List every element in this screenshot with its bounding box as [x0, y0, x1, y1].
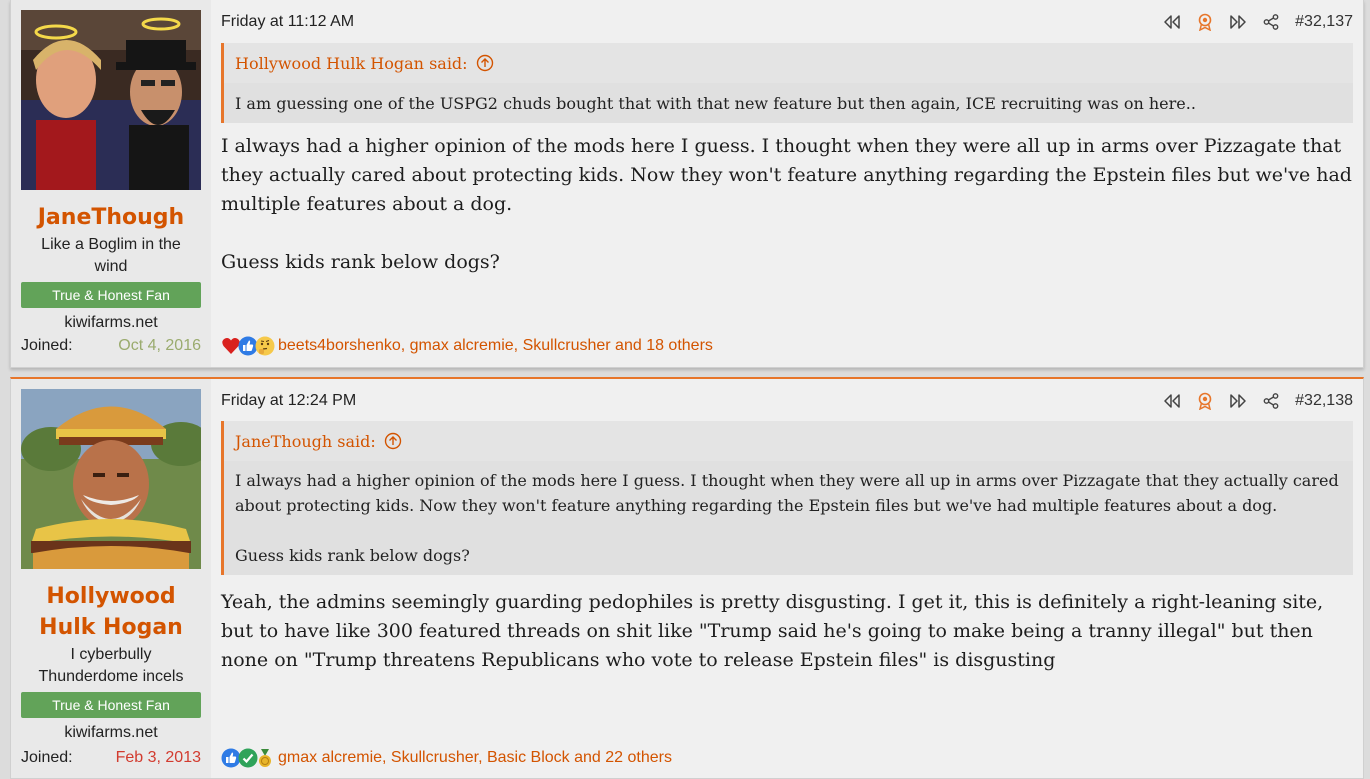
post-main: Friday at 12:24 PM #32,138 JaneThough sa… — [211, 379, 1363, 778]
joined-row: Joined: Feb 3, 2013 — [21, 748, 201, 768]
reactions-list[interactable]: gmax alcremie, Skullcrusher, Basic Block… — [278, 749, 672, 767]
user-site: kiwifarms.net — [64, 724, 158, 741]
quote-block: Hollywood Hulk Hogan said: I am guessing… — [221, 43, 1353, 123]
quote-author[interactable]: JaneThough said: — [235, 432, 376, 451]
username[interactable]: JaneThough — [38, 202, 184, 233]
user-title: I cyberbully Thunderdome incels — [38, 646, 184, 685]
post-paragraph: Guess kids rank below dogs? — [221, 251, 500, 273]
medal-icon — [255, 748, 275, 768]
post-number[interactable]: #32,137 — [1295, 13, 1353, 31]
quote-text: Guess kids rank below dogs? — [235, 546, 470, 565]
post-paragraph: I always had a higher opinion of the mod… — [221, 135, 1352, 215]
quote-block: JaneThough said: I always had a higher o… — [221, 421, 1353, 575]
post-paragraph: Yeah, the admins seemingly guarding pedo… — [221, 591, 1324, 671]
post-32137: JaneThough Like a Boglim in the wind Tru… — [10, 0, 1364, 368]
user-cell: Hollywood Hulk Hogan I cyberbully Thunde… — [11, 379, 211, 778]
user-banner: True & Honest Fan — [21, 692, 201, 718]
quote-text: I am guessing one of the USPG2 chuds bou… — [235, 94, 1196, 113]
joined-date: Feb 3, 2013 — [115, 749, 201, 766]
award-icon[interactable] — [1194, 390, 1216, 412]
quote-body: I am guessing one of the USPG2 chuds bou… — [224, 83, 1353, 123]
post-header: Friday at 12:24 PM #32,138 — [221, 390, 1353, 412]
joined-label: Joined: — [21, 337, 73, 354]
joined-label: Joined: — [21, 749, 73, 766]
reactions-list[interactable]: beets4borshenko, gmax alcremie, Skullcru… — [278, 337, 713, 355]
post-main: Friday at 11:12 AM #32,137 Hollywood Hul… — [211, 0, 1363, 367]
rewind-icon[interactable] — [1161, 11, 1183, 33]
rewind-icon[interactable] — [1161, 390, 1183, 412]
user-banner: True & Honest Fan — [21, 282, 201, 308]
post-date[interactable]: Friday at 12:24 PM — [221, 392, 356, 410]
quote-author[interactable]: Hollywood Hulk Hogan said: — [235, 54, 468, 73]
arrow-up-circle-icon[interactable] — [384, 432, 402, 450]
award-icon[interactable] — [1194, 11, 1216, 33]
user-title: Like a Boglim in the wind — [41, 236, 181, 275]
post-number[interactable]: #32,138 — [1295, 392, 1353, 410]
share-icon[interactable] — [1260, 11, 1282, 33]
quote-text: I always had a higher opinion of the mod… — [235, 471, 1339, 515]
post-actions: #32,138 — [1150, 390, 1353, 412]
fast-forward-icon[interactable] — [1227, 11, 1249, 33]
quote-body: I always had a higher opinion of the mod… — [224, 461, 1353, 575]
reactions-bar: gmax alcremie, Skullcrusher, Basic Block… — [221, 746, 1353, 770]
arrow-up-circle-icon[interactable] — [476, 54, 494, 72]
fast-forward-icon[interactable] — [1227, 390, 1249, 412]
quote-header[interactable]: JaneThough said: — [224, 421, 1353, 461]
reaction-icons[interactable] — [221, 748, 272, 768]
share-icon[interactable] — [1260, 390, 1282, 412]
reaction-icons[interactable] — [221, 336, 275, 356]
avatar[interactable] — [21, 389, 201, 569]
username[interactable]: Hollywood Hulk Hogan — [21, 581, 201, 643]
joined-row: Joined: Oct 4, 2016 — [21, 336, 201, 356]
post-actions: #32,137 — [1150, 11, 1353, 33]
thinking-icon — [255, 336, 275, 356]
post-body: I always had a higher opinion of the mod… — [221, 132, 1353, 277]
post-date[interactable]: Friday at 11:12 AM — [221, 13, 354, 31]
user-cell: JaneThough Like a Boglim in the wind Tru… — [11, 0, 211, 367]
joined-date: Oct 4, 2016 — [118, 337, 201, 354]
post-body: Yeah, the admins seemingly guarding pedo… — [221, 588, 1353, 675]
user-site: kiwifarms.net — [64, 314, 158, 331]
reactions-bar: beets4borshenko, gmax alcremie, Skullcru… — [221, 334, 1353, 358]
avatar[interactable] — [21, 10, 201, 190]
post-32138: Hollywood Hulk Hogan I cyberbully Thunde… — [10, 377, 1364, 779]
quote-header[interactable]: Hollywood Hulk Hogan said: — [224, 43, 1353, 83]
post-header: Friday at 11:12 AM #32,137 — [221, 11, 1353, 33]
